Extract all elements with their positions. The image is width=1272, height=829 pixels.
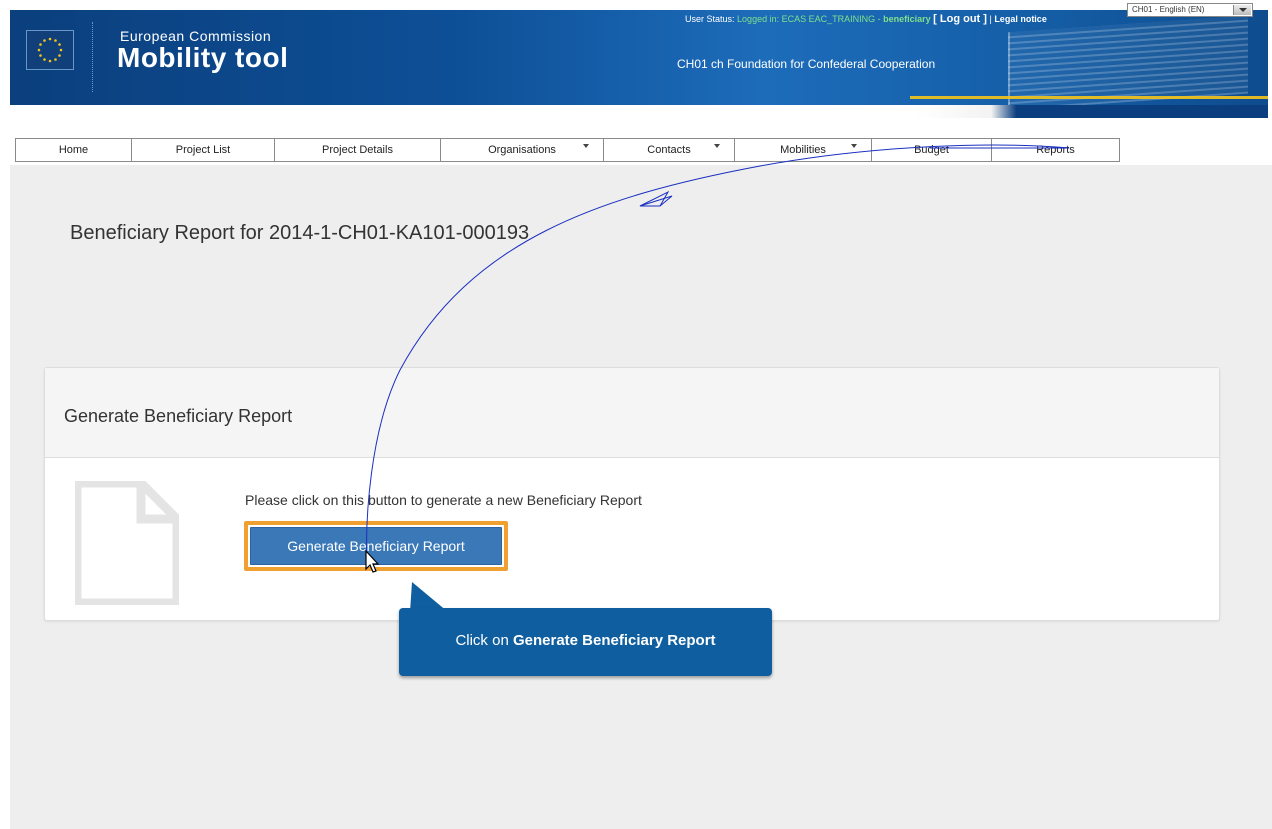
header-gold-line [910,96,1268,99]
generate-report-panel: Generate Beneficiary Report Please click… [44,367,1220,621]
nav-item-label: Project List [175,144,231,156]
callout-prefix: Click on [455,632,509,649]
page-title: Beneficiary Report for 2014-1-CH01-KA101… [70,222,530,244]
nav-item-project-list[interactable]: Project List [132,139,275,161]
dropdown-caret-icon [851,144,857,148]
header-separator [92,22,93,92]
site-header: European Commission Mobility tool CH01 c… [10,10,1268,118]
nav-item-reports[interactable]: Reports [992,139,1119,161]
nav-item-label: Mobilities [780,144,826,156]
nav-item-label: Reports [1036,144,1075,156]
nav-item-project-details[interactable]: Project Details [275,139,441,161]
language-selected-value: CH01 - English (EN) [1132,5,1205,14]
generate-report-button[interactable]: Generate Beneficiary Report [250,527,502,565]
nav-item-contacts[interactable]: Contacts [604,139,735,161]
logout-link[interactable]: [ Log out ] [933,13,987,25]
dropdown-caret-icon [714,144,720,148]
nav-item-label: Project Details [322,144,393,156]
nav-item-mobilities[interactable]: Mobilities [735,139,872,161]
language-select[interactable]: CH01 - English (EN) [1127,3,1253,17]
callout-emphasis: Generate Beneficiary Report [512,632,716,649]
brand-title[interactable]: Mobility tool [117,42,288,74]
document-icon [75,481,179,605]
organisation-name: CH01 ch Foundation for Confederal Cooper… [677,57,936,71]
nav-item-label: Budget [914,144,949,156]
nav-item-label: Home [58,144,89,156]
panel-title: Generate Beneficiary Report [64,406,293,426]
panel-instruction: Please click on this button to generate … [245,492,642,508]
legal-notice-link[interactable]: Legal notice [994,14,1047,24]
nav-item-organisations[interactable]: Organisations [441,139,604,161]
instruction-callout: Click on Generate Beneficiary Report [399,608,772,676]
nav-item-home[interactable]: Home [16,139,132,161]
chevron-down-icon[interactable] [1233,5,1251,15]
main-nav: Home Project List Project Details Organi… [15,138,1120,162]
eu-flag-icon [26,30,74,70]
nav-item-label: Contacts [647,144,691,156]
user-status-label: User Status: [685,14,735,24]
header-strip [10,105,1268,118]
user-status-value: Logged in: ECAS EAC_TRAINING - [737,14,881,24]
nav-item-label: Organisations [488,144,556,156]
nav-item-budget[interactable]: Budget [872,139,992,161]
user-status-bar: User Status: Logged in: ECAS EAC_TRAININ… [685,13,1047,25]
user-role: beneficiary [883,14,931,24]
panel-header: Generate Beneficiary Report [45,368,1219,458]
dropdown-caret-icon [583,144,589,148]
